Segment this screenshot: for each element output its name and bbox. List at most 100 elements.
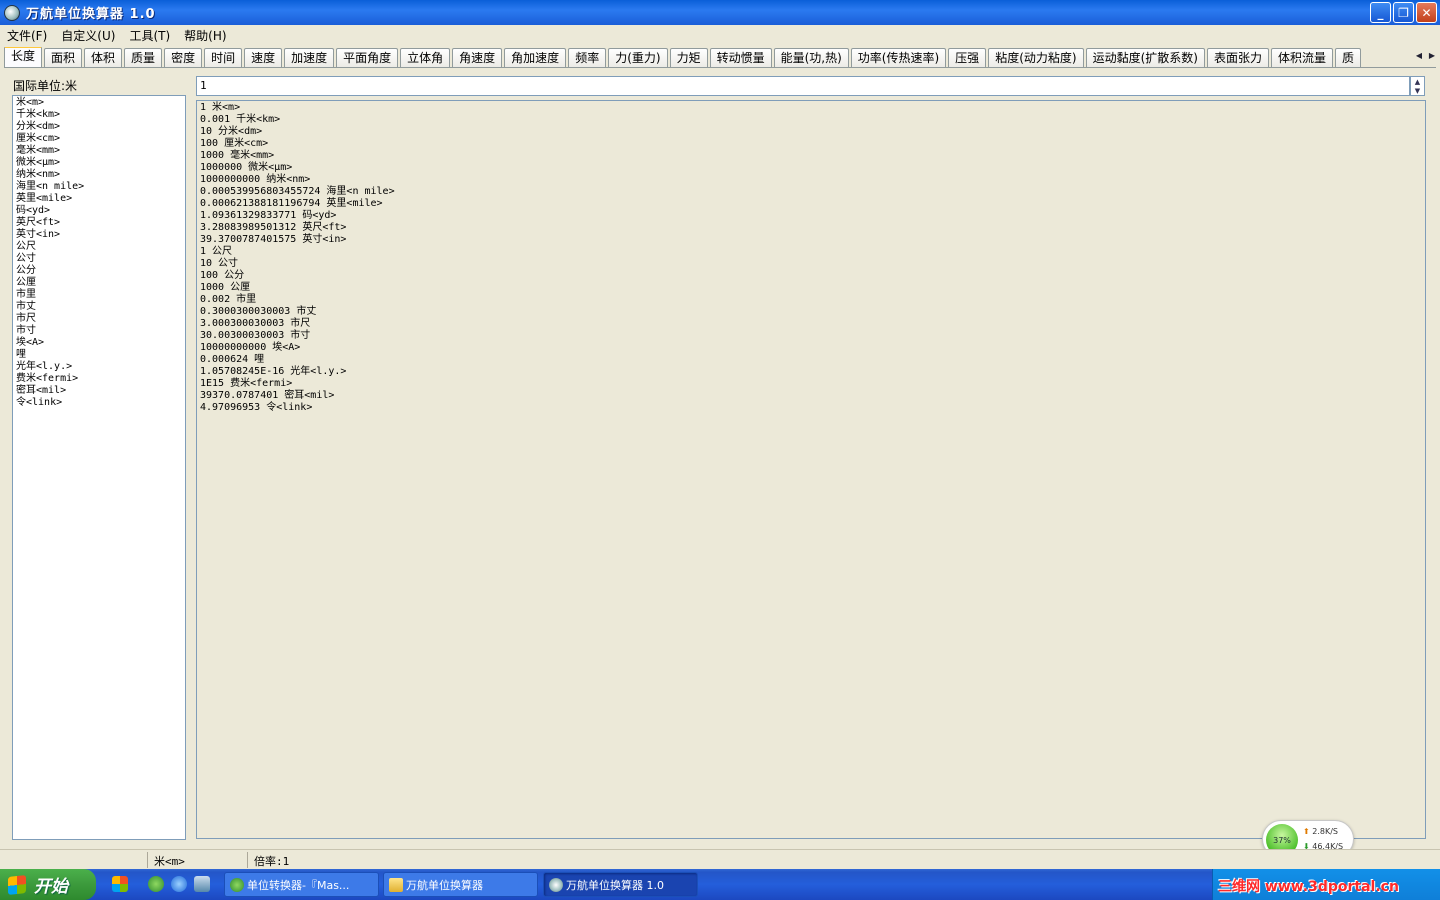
browser-task-icon xyxy=(230,878,244,892)
tab-8[interactable]: 平面角度 xyxy=(336,48,399,67)
tab-9[interactable]: 立体角 xyxy=(400,48,451,67)
restore-button[interactable]: ❐ xyxy=(1393,2,1414,23)
result-line: 39370.0787401 密耳<mil> xyxy=(200,390,335,401)
tab-0[interactable]: 长度 xyxy=(4,47,43,67)
tab-scroll-right-icon[interactable]: ▶ xyxy=(1426,48,1438,62)
tab-12[interactable]: 频率 xyxy=(568,48,607,67)
result-line: 3.28083989501312 英尺<ft> xyxy=(200,222,347,233)
result-area[interactable]: 1 米<m> 0.001 千米<km> 10 分米<dm> 100 厘米<cm> 100… xyxy=(196,100,1426,839)
taskbar-task-active[interactable]: 万航单位换算器 1.0 xyxy=(543,872,698,897)
tab-15[interactable]: 转动惯量 xyxy=(709,48,772,67)
quicklaunch-app-icon[interactable] xyxy=(112,876,128,892)
tab-20[interactable]: 运动黏度(扩散系数) xyxy=(1085,48,1205,67)
tab-17[interactable]: 功率(传热速率) xyxy=(850,48,947,67)
unit-list[interactable]: 米<m> 千米<km> 分米<dm> 厘米<cm> 毫米<mm> 微米<μm> 纳米<nm>… xyxy=(12,95,186,840)
unit-list-item[interactable]: 密耳<mil> xyxy=(16,385,182,397)
value-input[interactable]: 1 xyxy=(196,76,1410,96)
tab-22[interactable]: 体积流量 xyxy=(1270,48,1333,67)
internet-explorer-icon[interactable] xyxy=(171,876,187,892)
tab-2[interactable]: 体积 xyxy=(84,48,123,67)
unit-list-item[interactable]: 市丈 xyxy=(16,301,182,313)
spin-up-icon[interactable]: ▲ xyxy=(1411,77,1424,86)
tab-scroll-left-icon[interactable]: ◀ xyxy=(1413,48,1425,62)
tab-21[interactable]: 表面张力 xyxy=(1206,48,1269,67)
result-line: 4.97096953 令<link> xyxy=(200,402,313,413)
tab-11[interactable]: 角加速度 xyxy=(504,48,567,67)
upload-arrow-icon: ⬆ xyxy=(1303,827,1310,836)
unit-list-item[interactable]: 码<yd> xyxy=(16,205,182,217)
quicklaunch-browser-icon[interactable] xyxy=(148,876,164,892)
result-line: 0.3000300030003 市丈 xyxy=(200,306,317,317)
unit-list-item[interactable]: 公分 xyxy=(16,265,182,277)
tab-1[interactable]: 面积 xyxy=(44,48,83,67)
tab-19[interactable]: 粘度(动力粘度) xyxy=(988,48,1084,67)
tab-6[interactable]: 速度 xyxy=(244,48,283,67)
start-button[interactable]: 开始 xyxy=(0,869,96,900)
tab-3[interactable]: 质量 xyxy=(124,48,163,67)
result-line: 0.000621388181196794 英里<mile> xyxy=(200,198,383,209)
tab-14[interactable]: 力矩 xyxy=(669,48,708,67)
app-task-icon xyxy=(549,878,563,892)
tab-7[interactable]: 加速度 xyxy=(284,48,335,67)
value-spinner[interactable]: ▲ ▼ xyxy=(1410,76,1425,96)
result-line: 1000000000 纳米<nm> xyxy=(200,174,311,185)
unit-list-item[interactable]: 公寸 xyxy=(16,253,182,265)
tab-16[interactable]: 能量(功,热) xyxy=(773,48,849,67)
status-divider xyxy=(147,852,148,868)
unit-list-item[interactable]: 毫米<mm> xyxy=(16,145,182,157)
unit-list-item[interactable]: 公厘 xyxy=(16,277,182,289)
unit-list-item[interactable]: 米<m> xyxy=(16,97,182,109)
result-line: 10 分米<dm> xyxy=(200,126,263,137)
status-ratio: 倍率:1 xyxy=(254,855,290,868)
unit-list-item[interactable]: 公尺 xyxy=(16,241,182,253)
tab-13[interactable]: 力(重力) xyxy=(608,48,668,67)
taskbar-task[interactable]: 单位转换器-『Mas... xyxy=(224,872,379,897)
taskbar-task[interactable]: 万航单位换算器 xyxy=(383,872,538,897)
tab-23[interactable]: 质 xyxy=(1334,48,1361,67)
menu-custom[interactable]: 自定义(U) xyxy=(54,27,122,44)
unit-list-item[interactable]: 费米<fermi> xyxy=(16,373,182,385)
app-icon[interactable] xyxy=(4,4,20,21)
unit-list-item[interactable]: 分米<dm> xyxy=(16,121,182,133)
tab-10[interactable]: 角速度 xyxy=(452,48,503,67)
unit-list-item[interactable]: 市里 xyxy=(16,289,182,301)
unit-list-item[interactable]: 英尺<ft> xyxy=(16,217,182,229)
tab-18[interactable]: 压强 xyxy=(948,48,987,67)
unit-list-item[interactable]: 厘米<cm> xyxy=(16,133,182,145)
unit-list-item[interactable]: 埃<A> xyxy=(16,337,182,349)
result-line: 1 公尺 xyxy=(200,246,233,257)
result-line: 1000000 微米<μm> xyxy=(200,162,293,173)
result-line: 0.000539956803455724 海里<n mile> xyxy=(200,186,395,197)
spin-down-icon[interactable]: ▼ xyxy=(1411,86,1424,95)
unit-list-item[interactable]: 海里<n mile> xyxy=(16,181,182,193)
category-tabs: 长度 面积 体积 质量 密度 时间 速度 加速度 平面角度 立体角 角速度 角加速度 频率 力(重力) 力矩… xyxy=(4,47,1436,68)
tab-5[interactable]: 时间 xyxy=(204,48,243,67)
minimize-button[interactable]: _ xyxy=(1370,2,1391,23)
menu-tools[interactable]: 工具(T) xyxy=(122,27,177,44)
result-line: 0.001 千米<km> xyxy=(200,114,281,125)
tab-4[interactable]: 密度 xyxy=(164,48,203,67)
menu-file[interactable]: 文件(F) xyxy=(0,27,54,44)
menu-help[interactable]: 帮助(H) xyxy=(177,27,233,44)
result-line: 100 厘米<cm> xyxy=(200,138,269,149)
unit-list-item[interactable]: 纳米<nm> xyxy=(16,169,182,181)
unit-list-item[interactable]: 英里<mile> xyxy=(16,193,182,205)
result-line: 3.000300030003 市尺 xyxy=(200,318,311,329)
result-line: 1E15 费米<fermi> xyxy=(200,378,293,389)
unit-list-item[interactable]: 市尺 xyxy=(16,313,182,325)
result-line: 100 公分 xyxy=(200,270,245,281)
folder-icon xyxy=(389,878,403,892)
unit-list-item[interactable]: 光年<l.y.> xyxy=(16,361,182,373)
upload-speed: ⬆ 2.8K/S xyxy=(1303,827,1338,836)
unit-list-item[interactable]: 英寸<in> xyxy=(16,229,182,241)
unit-list-item[interactable]: 令<link> xyxy=(16,397,182,409)
unit-list-item[interactable]: 市寸 xyxy=(16,325,182,337)
quicklaunch-desktop-icon[interactable] xyxy=(194,876,210,892)
unit-list-item[interactable]: 微米<μm> xyxy=(16,157,182,169)
unit-list-item[interactable]: 哩 xyxy=(16,349,182,361)
unit-list-item[interactable]: 千米<km> xyxy=(16,109,182,121)
start-label: 开始 xyxy=(34,877,68,897)
status-unit: 米<m> xyxy=(154,855,185,868)
close-button[interactable]: ✕ xyxy=(1416,2,1437,23)
task-label: 单位转换器-『Mas... xyxy=(247,878,350,892)
